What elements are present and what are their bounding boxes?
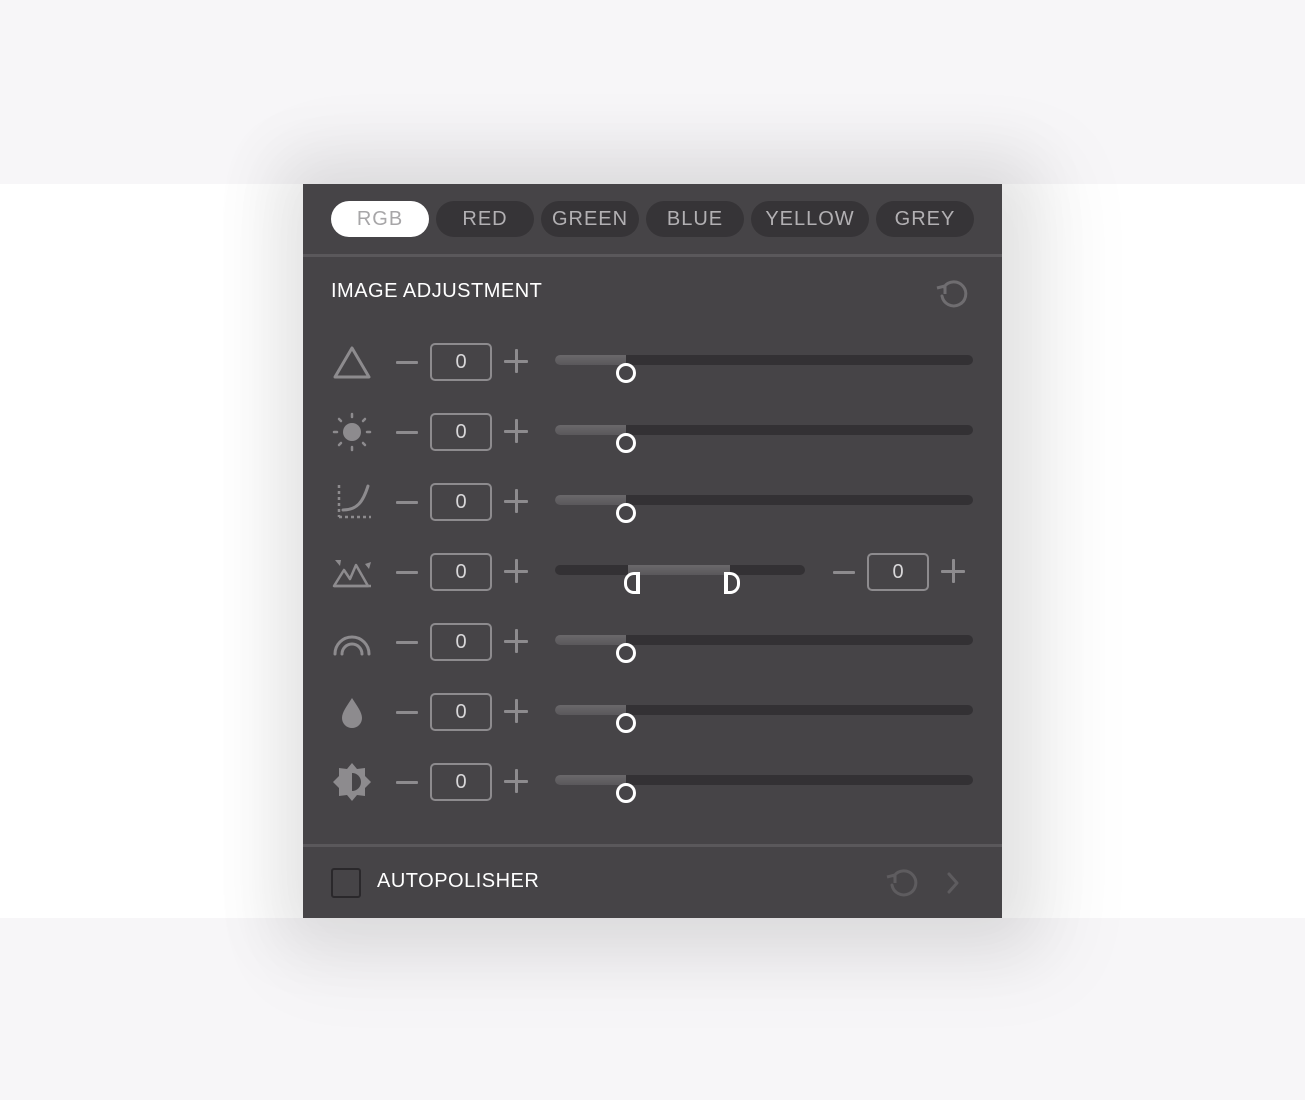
range-fill bbox=[627, 565, 730, 575]
brightness-sun-icon bbox=[331, 412, 373, 452]
slider-track[interactable] bbox=[555, 775, 973, 803]
slider-fill bbox=[555, 705, 627, 715]
slider-thumb[interactable] bbox=[616, 783, 637, 803]
adjustment-row-brightness: 0 bbox=[303, 412, 1002, 453]
slider-fill bbox=[555, 495, 627, 505]
slider-track[interactable] bbox=[555, 425, 973, 453]
adjustment-row-arc: 0 bbox=[303, 622, 1002, 663]
tab-yellow[interactable]: YELLOW bbox=[751, 201, 869, 237]
tab-green[interactable]: GREEN bbox=[541, 201, 639, 237]
range-thumb-high[interactable] bbox=[724, 572, 740, 594]
increment-button[interactable] bbox=[502, 692, 532, 732]
slider-fill bbox=[555, 775, 627, 785]
slider-fill bbox=[555, 355, 627, 365]
levels-mountain-icon bbox=[331, 552, 373, 592]
value-field[interactable]: 0 bbox=[430, 553, 492, 591]
contrast-icon bbox=[331, 762, 373, 802]
value-field[interactable]: 0 bbox=[430, 623, 492, 661]
slider-thumb[interactable] bbox=[616, 363, 637, 383]
value-field-secondary[interactable]: 0 bbox=[867, 553, 929, 591]
range-slider-track[interactable] bbox=[555, 565, 805, 594]
decrement-button[interactable] bbox=[392, 412, 422, 452]
chevron-right-icon[interactable] bbox=[943, 869, 963, 897]
slider-thumb[interactable] bbox=[616, 433, 637, 453]
slider-track[interactable] bbox=[555, 705, 973, 733]
increment-button-secondary[interactable] bbox=[939, 552, 969, 592]
slider-track[interactable] bbox=[555, 635, 973, 663]
autopolisher-label: AUTOPOLISHER bbox=[377, 870, 540, 892]
decrement-button[interactable] bbox=[392, 692, 422, 732]
increment-button[interactable] bbox=[502, 552, 532, 592]
adjustment-row-saturation: 0 bbox=[303, 692, 1002, 733]
decrement-button-secondary[interactable] bbox=[829, 552, 859, 592]
adjustment-row-contrast: 0 bbox=[303, 762, 1002, 803]
tab-rgb[interactable]: RGB bbox=[331, 201, 429, 237]
slider-track[interactable] bbox=[555, 355, 973, 383]
autopolisher-reset-icon[interactable] bbox=[883, 863, 923, 903]
increment-button[interactable] bbox=[502, 342, 532, 382]
value-field[interactable]: 0 bbox=[430, 343, 492, 381]
decrement-button[interactable] bbox=[392, 482, 422, 522]
tab-red[interactable]: RED bbox=[436, 201, 534, 237]
tab-grey[interactable]: GREY bbox=[876, 201, 974, 237]
decrement-button[interactable] bbox=[392, 342, 422, 382]
reset-icon[interactable] bbox=[933, 274, 973, 314]
adjustment-row-exposure: 0 bbox=[303, 342, 1002, 383]
slider-thumb[interactable] bbox=[616, 713, 637, 733]
arc-icon bbox=[331, 622, 373, 662]
decrement-button[interactable] bbox=[392, 622, 422, 662]
tab-blue[interactable]: BLUE bbox=[646, 201, 744, 237]
value-field[interactable]: 0 bbox=[430, 413, 492, 451]
slider-thumb[interactable] bbox=[616, 643, 637, 663]
autopolisher-checkbox[interactable] bbox=[331, 868, 361, 898]
footer-divider bbox=[303, 844, 1002, 847]
increment-button[interactable] bbox=[502, 412, 532, 452]
increment-button[interactable] bbox=[502, 482, 532, 522]
decrement-button[interactable] bbox=[392, 552, 422, 592]
slider-track[interactable] bbox=[555, 495, 973, 523]
slider-fill bbox=[555, 425, 627, 435]
adjustment-panel: RGB RED GREEN BLUE YELLOW GREY IMAGE ADJ… bbox=[303, 184, 1002, 918]
slider-thumb[interactable] bbox=[616, 503, 637, 523]
drop-icon bbox=[331, 692, 373, 732]
decrement-button[interactable] bbox=[392, 762, 422, 802]
range-thumb-low[interactable] bbox=[623, 572, 640, 594]
curve-icon bbox=[331, 482, 373, 522]
value-field[interactable]: 0 bbox=[430, 763, 492, 801]
adjustment-row-curve: 0 bbox=[303, 482, 1002, 523]
section-title: IMAGE ADJUSTMENT bbox=[331, 280, 543, 302]
tabs-divider bbox=[303, 254, 1002, 257]
value-field[interactable]: 0 bbox=[430, 693, 492, 731]
slider-fill bbox=[555, 635, 627, 645]
value-field[interactable]: 0 bbox=[430, 483, 492, 521]
adjustment-row-levels: 0 0 bbox=[303, 552, 1002, 594]
increment-button[interactable] bbox=[502, 622, 532, 662]
triangle-icon bbox=[331, 342, 373, 382]
increment-button[interactable] bbox=[502, 762, 532, 802]
